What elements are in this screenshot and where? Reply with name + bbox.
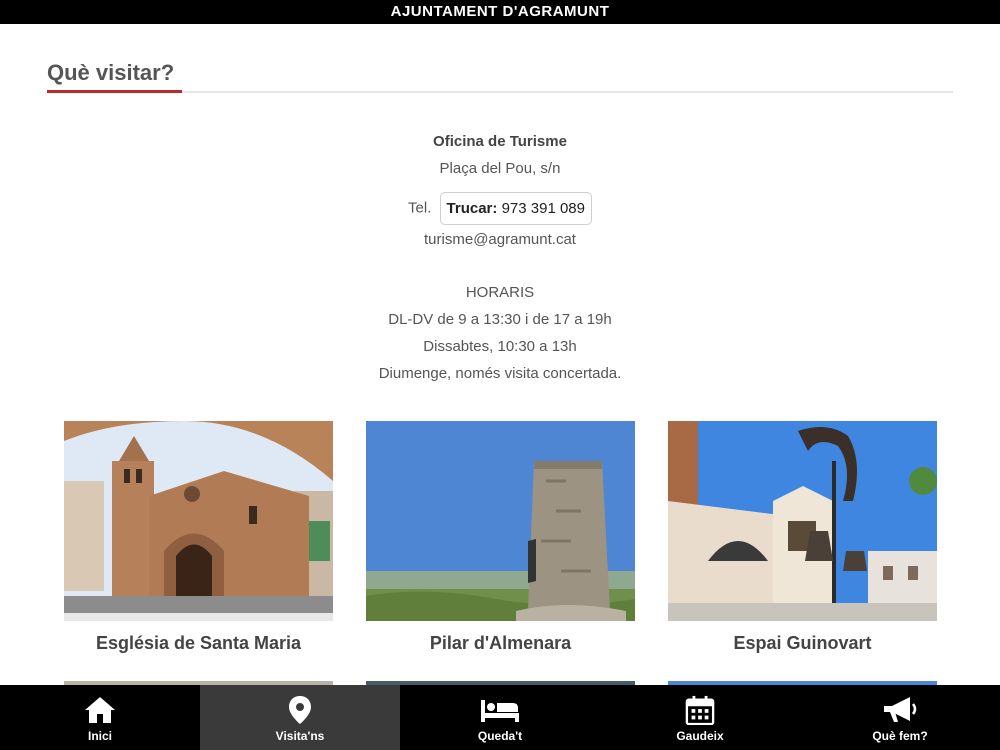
call-button[interactable]: Trucar: 973 391 089 (439, 192, 592, 225)
site-title-bar: AJUNTAMENT D'AGRAMUNT (0, 0, 1000, 24)
place-name: Pilar d'Almenara (429, 633, 572, 653)
nav-label: Què fem? (872, 729, 928, 743)
place-card-espai-guinovart[interactable]: Espai Guinovart (668, 421, 937, 654)
map-pin-icon (289, 696, 311, 724)
place-name: Espai Guinovart (733, 633, 872, 653)
church-photo (64, 421, 333, 621)
nav-item-visitans[interactable]: Visita'ns (200, 685, 400, 750)
megaphone-icon (884, 697, 917, 722)
site-title: AJUNTAMENT D'AGRAMUNT (390, 3, 610, 20)
place-card-pilar-almenara[interactable]: Pilar d'Almenara (366, 421, 635, 654)
tower-photo (366, 421, 635, 621)
title-divider (47, 91, 953, 93)
tel-label: Tel. (408, 199, 432, 217)
nav-item-quedat[interactable]: Queda't (400, 685, 600, 750)
page-title: Què visitar? (47, 60, 175, 85)
nav-label: Gaudeix (676, 729, 724, 743)
office-address: Plaça del Pou, s/n (439, 160, 561, 177)
hours-weekdays: DL-DV de 9 a 13:30 i de 17 a 19h (388, 311, 612, 328)
bottom-nav: Inici Visita'ns Queda't Gaudeix Què fem? (0, 685, 1000, 750)
hours-title: HORARIS (465, 284, 535, 301)
place-card-santa-maria[interactable]: Església de Santa Maria (64, 421, 333, 654)
place-name: Església de Santa Maria (95, 633, 302, 653)
museum-photo (668, 421, 937, 621)
calendar-icon (685, 695, 715, 725)
call-label: Trucar: (446, 200, 498, 217)
office-email[interactable]: turisme@agramunt.cat (0, 231, 1000, 248)
nav-item-que-fem[interactable]: Què fem? (800, 685, 1000, 750)
title-accent-bar (47, 90, 182, 93)
office-name: Oficina de Turisme (433, 133, 567, 150)
nav-item-inici[interactable]: Inici (0, 685, 200, 750)
nav-label: Inici (87, 729, 112, 743)
hours-saturday: Dissabtes, 10:30 a 13h (423, 338, 577, 355)
phone-row: Tel. Trucar: 973 391 089 (0, 192, 1000, 225)
phone-number: 973 391 089 (501, 200, 585, 217)
nav-item-gaudeix[interactable]: Gaudeix (600, 685, 800, 750)
bed-icon (481, 700, 519, 722)
hours-sunday: Diumenge, només visita concertada. (378, 365, 622, 382)
nav-label: Queda't (477, 729, 523, 743)
home-icon (85, 697, 115, 723)
nav-label: Visita'ns (275, 729, 325, 743)
